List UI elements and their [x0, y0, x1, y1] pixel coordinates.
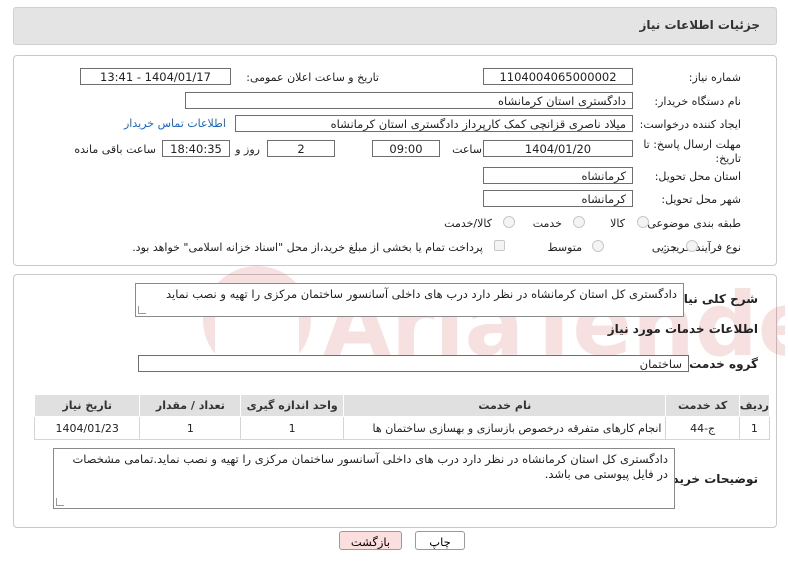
category-label: طبقه بندی موضوعی:: [643, 217, 741, 230]
cell-unit: 1: [240, 416, 345, 440]
cell-row: 1: [738, 416, 771, 440]
deadline-time-field[interactable]: 09:00: [372, 140, 440, 157]
cell-qty: 1: [139, 416, 242, 440]
services-section-title: اطلاعات خدمات مورد نیاز: [607, 322, 758, 336]
cell-code: ج-44: [665, 416, 740, 440]
col-qty: تعداد / مقدار: [139, 394, 242, 417]
deadline-date-field[interactable]: 1404/01/20: [483, 140, 633, 157]
process-option-minor: جزیی: [651, 241, 677, 254]
cell-date: 1404/01/23: [33, 416, 141, 440]
province-label: استان محل تحویل:: [654, 170, 741, 183]
remaining-time-label: ساعت باقی مانده: [74, 143, 156, 156]
category-radio-goods[interactable]: [637, 216, 649, 228]
category-radio-goods-service[interactable]: [503, 216, 515, 228]
service-group-field[interactable]: ساختمان: [138, 355, 689, 372]
category-radio-service[interactable]: [573, 216, 585, 228]
province-field[interactable]: کرمانشاه: [483, 167, 633, 184]
print-button[interactable]: چاپ: [415, 531, 465, 550]
creator-field[interactable]: میلاد ناصری قزانچی کمک کارپرداز دادگستری…: [235, 115, 633, 132]
services-table: ردیف کد خدمت نام خدمت واحد اندازه گیری ت…: [33, 394, 771, 440]
process-radio-medium[interactable]: [592, 240, 604, 252]
announce-date-field[interactable]: 1404/01/17 - 13:41: [80, 68, 231, 85]
summary-textarea[interactable]: دادگستری کل استان کرمانشاه در نظر دارد د…: [135, 283, 684, 317]
summary-label: شرح کلی نیاز:: [672, 292, 758, 306]
category-option-goods-service: کالا/خدمت: [444, 217, 492, 230]
buyer-notes-textarea[interactable]: دادگستری کل استان کرمانشاه در نظر دارد د…: [53, 448, 675, 509]
buyer-org-label: نام دستگاه خریدار:: [654, 95, 741, 108]
category-option-service: خدمت: [532, 217, 562, 230]
need-number-field[interactable]: 1104004065000002: [483, 68, 633, 85]
days-remaining-field[interactable]: 2: [267, 140, 335, 157]
category-option-goods: کالا: [610, 217, 625, 230]
process-radio-minor[interactable]: [686, 240, 698, 252]
remaining-time-field[interactable]: 18:40:35: [162, 140, 230, 157]
need-number-label: شماره نیاز:: [688, 71, 741, 84]
table-row: 1 ج-44 انجام کارهای متفرقه درخصوص بازساز…: [33, 416, 771, 440]
col-name: نام خدمت: [343, 394, 667, 417]
col-unit: واحد اندازه گیری: [240, 394, 345, 417]
process-option-medium: متوسط: [547, 241, 582, 254]
city-field[interactable]: کرمانشاه: [483, 190, 633, 207]
need-info-panel: [13, 55, 777, 266]
buyer-notes-text: دادگستری کل استان کرمانشاه در نظر دارد د…: [72, 452, 668, 481]
announce-date-label: تاریخ و ساعت اعلان عمومی:: [246, 71, 379, 84]
col-code: کد خدمت: [665, 394, 740, 417]
summary-text: دادگستری کل استان کرمانشاه در نظر دارد د…: [166, 287, 677, 301]
back-button[interactable]: بازگشت: [339, 531, 402, 550]
treasury-payment-note: پرداخت تمام یا بخشی از مبلغ خرید،از محل …: [132, 241, 483, 254]
resize-handle-icon[interactable]: [56, 498, 64, 506]
buyer-contact-link[interactable]: اطلاعات تماس خریدار: [124, 117, 226, 130]
buyer-org-field[interactable]: دادگستری استان کرمانشاه: [185, 92, 633, 109]
col-row: ردیف: [738, 394, 771, 417]
services-table-header: ردیف کد خدمت نام خدمت واحد اندازه گیری ت…: [33, 394, 771, 417]
creator-label: ایجاد کننده درخواست:: [639, 118, 741, 131]
treasury-payment-checkbox[interactable]: [494, 240, 505, 251]
days-label: روز و: [235, 143, 260, 156]
city-label: شهر محل تحویل:: [661, 193, 741, 206]
deadline-time-label: ساعت: [452, 143, 482, 156]
col-date: تاریخ نیاز: [33, 394, 141, 417]
service-group-label: گروه خدمت:: [684, 357, 758, 371]
resize-handle-icon[interactable]: [138, 306, 146, 314]
deadline-label-line2: تاریخ:: [715, 152, 741, 165]
page-header: جزئیات اطلاعات نیاز: [13, 7, 777, 45]
deadline-label-line1: مهلت ارسال پاسخ: تا: [643, 138, 741, 151]
cell-name: انجام کارهای متفرقه درخصوص بازسازی و بهس…: [343, 416, 667, 440]
page-title: جزئیات اطلاعات نیاز: [639, 18, 760, 32]
